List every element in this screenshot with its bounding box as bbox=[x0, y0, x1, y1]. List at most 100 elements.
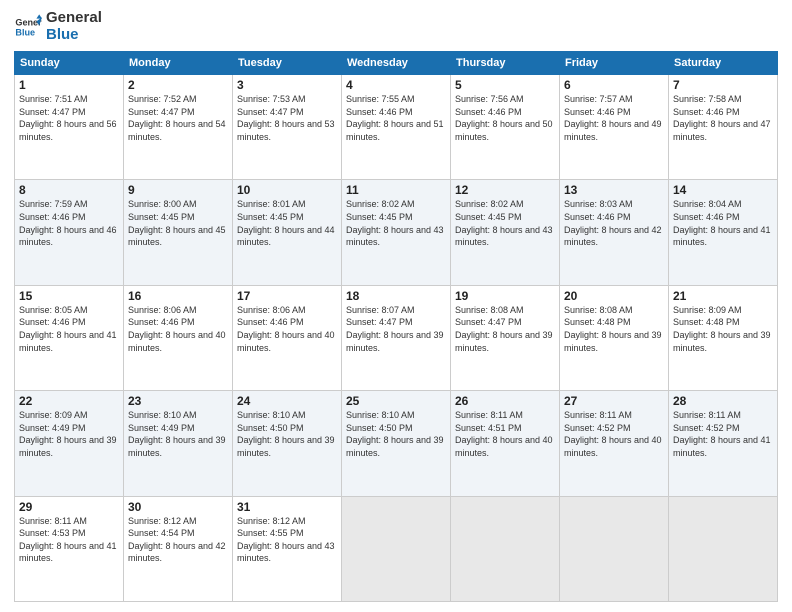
sunset-label: Sunset: 4:49 PM bbox=[19, 423, 86, 433]
calendar-cell bbox=[560, 496, 669, 601]
day-info: Sunrise: 7:56 AM Sunset: 4:46 PM Dayligh… bbox=[455, 93, 555, 143]
calendar-cell: 10 Sunrise: 8:01 AM Sunset: 4:45 PM Dayl… bbox=[233, 180, 342, 285]
sunset-label: Sunset: 4:47 PM bbox=[346, 317, 413, 327]
sunset-label: Sunset: 4:55 PM bbox=[237, 528, 304, 538]
header: General Blue General Blue bbox=[14, 10, 778, 43]
day-info: Sunrise: 8:10 AM Sunset: 4:50 PM Dayligh… bbox=[346, 409, 446, 459]
sunset-label: Sunset: 4:46 PM bbox=[128, 317, 195, 327]
daylight-label: Daylight: 8 hours and 39 minutes. bbox=[455, 330, 553, 353]
calendar-week-2: 8 Sunrise: 7:59 AM Sunset: 4:46 PM Dayli… bbox=[15, 180, 778, 285]
sunset-label: Sunset: 4:45 PM bbox=[346, 212, 413, 222]
day-number: 11 bbox=[346, 183, 446, 197]
day-number: 16 bbox=[128, 289, 228, 303]
day-info: Sunrise: 8:11 AM Sunset: 4:51 PM Dayligh… bbox=[455, 409, 555, 459]
sunset-label: Sunset: 4:47 PM bbox=[237, 107, 304, 117]
daylight-label: Daylight: 8 hours and 45 minutes. bbox=[128, 225, 226, 248]
calendar-cell: 27 Sunrise: 8:11 AM Sunset: 4:52 PM Dayl… bbox=[560, 391, 669, 496]
sunrise-label: Sunrise: 7:51 AM bbox=[19, 94, 88, 104]
day-header-thursday: Thursday bbox=[451, 52, 560, 75]
sunset-label: Sunset: 4:45 PM bbox=[455, 212, 522, 222]
day-info: Sunrise: 7:57 AM Sunset: 4:46 PM Dayligh… bbox=[564, 93, 664, 143]
calendar-cell: 14 Sunrise: 8:04 AM Sunset: 4:46 PM Dayl… bbox=[669, 180, 778, 285]
calendar-cell: 6 Sunrise: 7:57 AM Sunset: 4:46 PM Dayli… bbox=[560, 75, 669, 180]
sunset-label: Sunset: 4:46 PM bbox=[19, 317, 86, 327]
calendar-cell bbox=[451, 496, 560, 601]
logo-general: General bbox=[46, 10, 102, 27]
calendar-cell: 7 Sunrise: 7:58 AM Sunset: 4:46 PM Dayli… bbox=[669, 75, 778, 180]
daylight-label: Daylight: 8 hours and 41 minutes. bbox=[673, 435, 771, 458]
day-info: Sunrise: 8:06 AM Sunset: 4:46 PM Dayligh… bbox=[237, 304, 337, 354]
sunset-label: Sunset: 4:49 PM bbox=[128, 423, 195, 433]
calendar-week-3: 15 Sunrise: 8:05 AM Sunset: 4:46 PM Dayl… bbox=[15, 285, 778, 390]
sunrise-label: Sunrise: 7:52 AM bbox=[128, 94, 197, 104]
sunset-label: Sunset: 4:52 PM bbox=[673, 423, 740, 433]
calendar-cell: 3 Sunrise: 7:53 AM Sunset: 4:47 PM Dayli… bbox=[233, 75, 342, 180]
sunset-label: Sunset: 4:46 PM bbox=[346, 107, 413, 117]
sunrise-label: Sunrise: 8:05 AM bbox=[19, 305, 88, 315]
calendar-cell: 15 Sunrise: 8:05 AM Sunset: 4:46 PM Dayl… bbox=[15, 285, 124, 390]
calendar-cell: 13 Sunrise: 8:03 AM Sunset: 4:46 PM Dayl… bbox=[560, 180, 669, 285]
sunset-label: Sunset: 4:45 PM bbox=[128, 212, 195, 222]
day-info: Sunrise: 8:11 AM Sunset: 4:53 PM Dayligh… bbox=[19, 515, 119, 565]
day-number: 14 bbox=[673, 183, 773, 197]
daylight-label: Daylight: 8 hours and 43 minutes. bbox=[237, 541, 335, 564]
day-header-saturday: Saturday bbox=[669, 52, 778, 75]
day-info: Sunrise: 8:11 AM Sunset: 4:52 PM Dayligh… bbox=[673, 409, 773, 459]
daylight-label: Daylight: 8 hours and 39 minutes. bbox=[237, 435, 335, 458]
calendar-cell: 25 Sunrise: 8:10 AM Sunset: 4:50 PM Dayl… bbox=[342, 391, 451, 496]
sunrise-label: Sunrise: 8:08 AM bbox=[455, 305, 524, 315]
day-info: Sunrise: 7:52 AM Sunset: 4:47 PM Dayligh… bbox=[128, 93, 228, 143]
daylight-label: Daylight: 8 hours and 53 minutes. bbox=[237, 119, 335, 142]
calendar-cell: 12 Sunrise: 8:02 AM Sunset: 4:45 PM Dayl… bbox=[451, 180, 560, 285]
day-info: Sunrise: 8:11 AM Sunset: 4:52 PM Dayligh… bbox=[564, 409, 664, 459]
day-info: Sunrise: 8:08 AM Sunset: 4:48 PM Dayligh… bbox=[564, 304, 664, 354]
day-number: 25 bbox=[346, 394, 446, 408]
calendar-cell: 29 Sunrise: 8:11 AM Sunset: 4:53 PM Dayl… bbox=[15, 496, 124, 601]
day-info: Sunrise: 8:09 AM Sunset: 4:49 PM Dayligh… bbox=[19, 409, 119, 459]
day-info: Sunrise: 8:10 AM Sunset: 4:50 PM Dayligh… bbox=[237, 409, 337, 459]
calendar-cell: 9 Sunrise: 8:00 AM Sunset: 4:45 PM Dayli… bbox=[124, 180, 233, 285]
calendar-body: 1 Sunrise: 7:51 AM Sunset: 4:47 PM Dayli… bbox=[15, 75, 778, 602]
daylight-label: Daylight: 8 hours and 39 minutes. bbox=[673, 330, 771, 353]
calendar-cell bbox=[342, 496, 451, 601]
calendar-cell: 17 Sunrise: 8:06 AM Sunset: 4:46 PM Dayl… bbox=[233, 285, 342, 390]
day-info: Sunrise: 8:01 AM Sunset: 4:45 PM Dayligh… bbox=[237, 198, 337, 248]
sunrise-label: Sunrise: 8:10 AM bbox=[237, 410, 306, 420]
daylight-label: Daylight: 8 hours and 46 minutes. bbox=[19, 225, 117, 248]
sunset-label: Sunset: 4:46 PM bbox=[455, 107, 522, 117]
daylight-label: Daylight: 8 hours and 39 minutes. bbox=[19, 435, 117, 458]
day-info: Sunrise: 8:07 AM Sunset: 4:47 PM Dayligh… bbox=[346, 304, 446, 354]
svg-text:Blue: Blue bbox=[15, 27, 35, 37]
sunset-label: Sunset: 4:46 PM bbox=[237, 317, 304, 327]
sunset-label: Sunset: 4:47 PM bbox=[19, 107, 86, 117]
day-number: 9 bbox=[128, 183, 228, 197]
sunrise-label: Sunrise: 8:12 AM bbox=[237, 516, 306, 526]
day-number: 21 bbox=[673, 289, 773, 303]
calendar-cell: 21 Sunrise: 8:09 AM Sunset: 4:48 PM Dayl… bbox=[669, 285, 778, 390]
day-number: 15 bbox=[19, 289, 119, 303]
day-number: 28 bbox=[673, 394, 773, 408]
logo: General Blue General Blue bbox=[14, 10, 102, 43]
day-info: Sunrise: 8:12 AM Sunset: 4:54 PM Dayligh… bbox=[128, 515, 228, 565]
daylight-label: Daylight: 8 hours and 54 minutes. bbox=[128, 119, 226, 142]
day-header-tuesday: Tuesday bbox=[233, 52, 342, 75]
sunrise-label: Sunrise: 8:08 AM bbox=[564, 305, 633, 315]
sunset-label: Sunset: 4:48 PM bbox=[673, 317, 740, 327]
calendar-cell: 23 Sunrise: 8:10 AM Sunset: 4:49 PM Dayl… bbox=[124, 391, 233, 496]
page: General Blue General Blue SundayMondayTu… bbox=[0, 0, 792, 612]
daylight-label: Daylight: 8 hours and 39 minutes. bbox=[564, 330, 662, 353]
day-info: Sunrise: 7:58 AM Sunset: 4:46 PM Dayligh… bbox=[673, 93, 773, 143]
day-header-friday: Friday bbox=[560, 52, 669, 75]
sunrise-label: Sunrise: 8:09 AM bbox=[673, 305, 742, 315]
sunrise-label: Sunrise: 8:02 AM bbox=[455, 199, 524, 209]
day-info: Sunrise: 8:06 AM Sunset: 4:46 PM Dayligh… bbox=[128, 304, 228, 354]
sunrise-label: Sunrise: 8:02 AM bbox=[346, 199, 415, 209]
sunrise-label: Sunrise: 7:57 AM bbox=[564, 94, 633, 104]
calendar-week-1: 1 Sunrise: 7:51 AM Sunset: 4:47 PM Dayli… bbox=[15, 75, 778, 180]
sunset-label: Sunset: 4:47 PM bbox=[455, 317, 522, 327]
sunrise-label: Sunrise: 8:11 AM bbox=[564, 410, 632, 420]
calendar-cell: 28 Sunrise: 8:11 AM Sunset: 4:52 PM Dayl… bbox=[669, 391, 778, 496]
calendar-cell: 1 Sunrise: 7:51 AM Sunset: 4:47 PM Dayli… bbox=[15, 75, 124, 180]
day-number: 1 bbox=[19, 78, 119, 92]
daylight-label: Daylight: 8 hours and 40 minutes. bbox=[564, 435, 662, 458]
